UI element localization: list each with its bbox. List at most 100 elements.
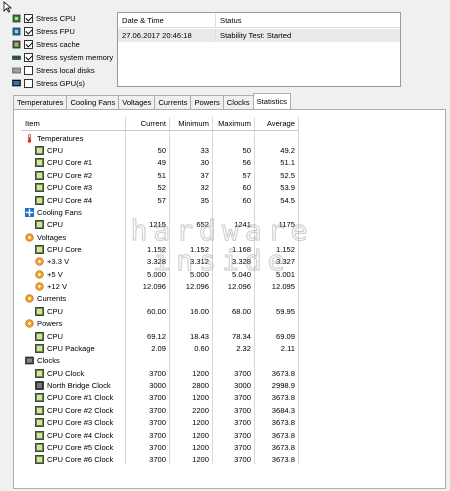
minimum-value: 2800	[192, 381, 209, 391]
voltage-rail-icon	[35, 282, 44, 291]
group-label: Powers	[37, 319, 63, 329]
sensor-name-cell: CPU	[21, 305, 125, 317]
current-value: 60.00	[146, 306, 166, 316]
stress-memory-label: Stress system memory	[36, 53, 114, 62]
tab-clocks[interactable]: Clocks	[222, 95, 254, 109]
sensor-row[interactable]: CPU 50 33 50 49.2	[21, 144, 298, 156]
minimum-value: 32	[200, 183, 209, 193]
stress-disks-option[interactable]: Stress local disks	[12, 64, 95, 77]
group-row-voltages[interactable]: Voltages	[21, 231, 298, 243]
maximum-value: 56	[242, 158, 251, 168]
sensor-row[interactable]: CPU Package 2.09 0.60 2.32 2.11	[21, 342, 298, 354]
sensor-row[interactable]: North Bridge Clock 3000 2800 3000 2998.9	[21, 379, 298, 391]
status-list-row[interactable]: 27.06.2017 20:46:18 Stability Test: Star…	[118, 29, 400, 42]
average-column-header[interactable]: Average	[254, 119, 298, 128]
sensor-row[interactable]: CPU Core #2 Clock 3700 2200 3700 3684.3	[21, 404, 298, 416]
sensor-label: +3.3 V	[47, 257, 70, 267]
stress-gpu-checkbox[interactable]	[24, 79, 33, 88]
sensor-row[interactable]: +3.3 V 3.328 3.312 3.328 3.327	[21, 256, 298, 268]
sensor-row[interactable]: CPU 69.12 18.43 78.34 69.09	[21, 330, 298, 342]
average-value: 3673.8	[271, 455, 295, 465]
current-column-header[interactable]: Current	[125, 119, 169, 128]
statistics-grid[interactable]: Item Current Minimum Maximum Average Tem…	[21, 117, 298, 465]
sensor-row[interactable]: CPU Core #1 49 30 56 51.1	[21, 157, 298, 169]
sensor-row[interactable]: CPU 1215 652 1241 1175	[21, 219, 298, 231]
item-column-header[interactable]: Item	[21, 117, 125, 130]
group-row-clocks[interactable]: Clocks	[21, 355, 298, 367]
sensor-row[interactable]: +12 V 12.096 12.096 12.096 12.095	[21, 280, 298, 292]
sensor-chip-icon	[35, 170, 44, 180]
average-value: 3673.8	[271, 430, 295, 440]
sensor-label: CPU Clock	[47, 368, 85, 378]
stress-cpu-label: Stress CPU	[36, 14, 76, 23]
group-row-currents[interactable]: Currents	[21, 293, 298, 305]
stress-fpu-option[interactable]: Stress FPU	[12, 25, 75, 38]
current-value: 5.000	[146, 269, 166, 279]
date-time-column-header[interactable]: Date & Time	[118, 13, 216, 27]
maximum-value: 12.096	[227, 282, 251, 292]
group-row-temperatures[interactable]: Temperatures	[21, 132, 298, 144]
cache-chip-icon	[12, 40, 21, 49]
stability-status-list[interactable]: Date & Time Status 27.06.2017 20:46:18 S…	[117, 12, 401, 87]
sensor-chip-icon	[35, 418, 44, 428]
tab-powers[interactable]: Powers	[190, 95, 224, 109]
tab-currents[interactable]: Currents	[154, 95, 192, 109]
sensor-name-cell: CPU Core #2	[21, 169, 125, 181]
current-value: 3700	[149, 455, 166, 465]
tab-strip: Temperatures Cooling Fans Voltages Curre…	[13, 93, 291, 109]
sensor-name-cell: CPU Core #3	[21, 181, 125, 193]
minimum-value: 1200	[192, 368, 209, 378]
sensor-label: CPU	[47, 146, 64, 156]
stress-gpu-option[interactable]: Stress GPU(s)	[12, 77, 85, 90]
sensor-chip-icon	[35, 183, 44, 193]
fan-icon	[25, 207, 34, 217]
sensor-row[interactable]: CPU Core #4 57 35 60 54.5	[21, 194, 298, 206]
average-value: 3673.8	[271, 368, 295, 378]
sensor-row[interactable]: CPU Core #6 Clock 3700 1200 3700 3673.8	[21, 454, 298, 466]
sensor-row[interactable]: CPU Core #3 52 32 60 53.9	[21, 181, 298, 193]
sensor-name-cell: CPU Core #1 Clock	[21, 392, 125, 404]
tab-statistics[interactable]: Statistics	[252, 93, 291, 109]
sensor-row[interactable]: CPU Clock 3700 1200 3700 3673.8	[21, 367, 298, 379]
minimum-column-header[interactable]: Minimum	[169, 119, 212, 128]
sensor-row[interactable]: CPU Core 1.152 1.152 1.168 1.152	[21, 243, 298, 255]
current-value: 3700	[149, 430, 166, 440]
average-value: 3.327	[275, 257, 295, 267]
stress-cpu-checkbox[interactable]	[24, 14, 33, 23]
sensor-row[interactable]: CPU Core #3 Clock 3700 1200 3700 3673.8	[21, 417, 298, 429]
stress-memory-checkbox[interactable]	[24, 53, 33, 62]
tab-voltages[interactable]: Voltages	[118, 95, 156, 109]
group-row-cooling-fans[interactable]: Cooling Fans	[21, 206, 298, 218]
tab-cooling-fans[interactable]: Cooling Fans	[66, 95, 120, 109]
sensor-row[interactable]: CPU 60.00 16.00 68.00 59.95	[21, 305, 298, 317]
group-label: Clocks	[37, 356, 60, 366]
sensor-chip-icon	[35, 306, 44, 316]
maximum-column-header[interactable]: Maximum	[212, 119, 254, 128]
sensor-row[interactable]: CPU Core #5 Clock 3700 1200 3700 3673.8	[21, 441, 298, 453]
sensor-row[interactable]: CPU Core #4 Clock 3700 1200 3700 3673.8	[21, 429, 298, 441]
north-bridge-chip-icon	[35, 381, 44, 390]
gpu-icon	[12, 79, 21, 87]
status-column-header[interactable]: Status	[216, 16, 242, 25]
stress-cache-checkbox[interactable]	[24, 40, 33, 49]
sensor-row[interactable]: +5 V 5.000 5.000 5.040 5.001	[21, 268, 298, 280]
stress-memory-option[interactable]: Stress system memory	[12, 51, 113, 64]
stress-cpu-option[interactable]: Stress CPU	[12, 12, 76, 25]
stress-cache-option[interactable]: Stress cache	[12, 38, 80, 51]
stress-fpu-checkbox[interactable]	[24, 27, 33, 36]
sensor-row[interactable]: CPU Core #2 51 37 57 52.5	[21, 169, 298, 181]
stress-gpu-label: Stress GPU(s)	[36, 79, 85, 88]
group-row-powers[interactable]: Powers	[21, 318, 298, 330]
current-value: 57	[157, 195, 166, 205]
thermometer-icon	[27, 133, 32, 143]
sensor-row[interactable]: CPU Core #1 Clock 3700 1200 3700 3673.8	[21, 392, 298, 404]
stress-disks-checkbox[interactable]	[24, 66, 33, 75]
tab-temperatures[interactable]: Temperatures	[13, 95, 68, 109]
cpu-chip-icon	[12, 14, 21, 23]
average-value: 53.9	[280, 183, 295, 193]
current-value: 1215	[149, 220, 166, 230]
sensor-label: CPU	[47, 306, 64, 316]
stress-cache-label: Stress cache	[36, 40, 80, 49]
current-value: 52	[157, 183, 166, 193]
sensor-chip-icon	[35, 331, 44, 341]
